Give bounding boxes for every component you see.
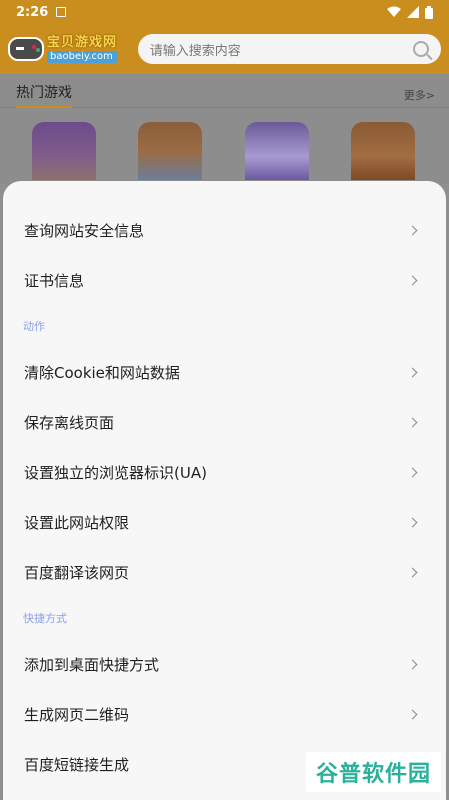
logo-text-en: baobeiy.com [47,50,118,63]
gamepad-icon [8,37,44,61]
menu-item-site-permissions[interactable]: 设置此网站权限 [3,497,446,547]
menu-item-certificate[interactable]: 证书信息 [3,255,446,305]
menu-item-translate-page[interactable]: 百度翻译该网页 [3,547,446,597]
app-header: 宝贝游戏网 baobeiy.com 请输入搜索内容 [0,24,449,74]
chevron-right-icon [407,517,418,527]
notification-icon [56,7,67,17]
menu-item-generate-qr[interactable]: 生成网页二维码 [3,689,446,739]
chevron-right-icon [407,467,418,477]
game-thumbnail[interactable] [32,122,96,180]
status-icons [387,5,433,19]
menu-item-label: 设置独立的浏览器标识(UA) [24,463,207,482]
chevron-right-icon [407,567,418,577]
search-placeholder: 请输入搜索内容 [149,43,241,59]
search-bar[interactable]: 请输入搜索内容 [137,34,441,64]
chevron-right-icon [407,417,418,427]
more-link[interactable]: 更多> [404,87,435,103]
chevron-right-icon [407,367,418,377]
status-bar: 2:26 [0,0,449,24]
menu-item-label: 查询网站安全信息 [24,221,145,240]
game-thumbnail[interactable] [350,122,415,180]
section-header-shortcuts: 快捷方式 [23,612,67,625]
wifi-icon [387,6,401,17]
site-logo[interactable]: 宝贝游戏网 baobeiy.com [8,29,126,69]
chevron-right-icon [407,225,418,235]
hot-games-title: 热门游戏 [16,82,72,108]
menu-item-label: 清除Cookie和网站数据 [24,363,180,382]
chevron-right-icon [407,709,418,719]
menu-item-label: 保存离线页面 [24,413,115,432]
chevron-right-icon [407,275,418,285]
menu-item-label: 添加到桌面快捷方式 [24,655,160,674]
logo-text-cn: 宝贝游戏网 [47,34,118,50]
menu-item-site-security[interactable]: 查询网站安全信息 [3,205,446,255]
game-thumbnail[interactable] [244,122,309,180]
watermark-logo: 谷普软件园 [306,752,441,792]
hot-games-section: 热门游戏 更多> [0,74,449,184]
battery-icon [425,5,433,19]
menu-item-save-offline[interactable]: 保存离线页面 [3,397,446,447]
cell-signal-icon [407,6,419,18]
chevron-right-icon [407,659,418,669]
site-options-sheet: 查询网站安全信息 证书信息 动作 清除Cookie和网站数据 保存离线页面 设置… [3,181,446,800]
section-header-actions: 动作 [23,320,45,333]
status-time: 2:26 [16,4,49,20]
menu-item-label: 证书信息 [24,271,85,290]
game-thumbnail[interactable] [138,122,203,180]
menu-item-set-user-agent[interactable]: 设置独立的浏览器标识(UA) [3,447,446,497]
menu-item-add-desktop-shortcut[interactable]: 添加到桌面快捷方式 [3,639,446,689]
search-icon[interactable] [413,41,429,57]
menu-item-label: 百度翻译该网页 [24,563,130,582]
menu-item-clear-cookies[interactable]: 清除Cookie和网站数据 [3,347,446,397]
menu-item-label: 设置此网站权限 [24,513,130,532]
menu-item-label: 生成网页二维码 [24,705,130,724]
